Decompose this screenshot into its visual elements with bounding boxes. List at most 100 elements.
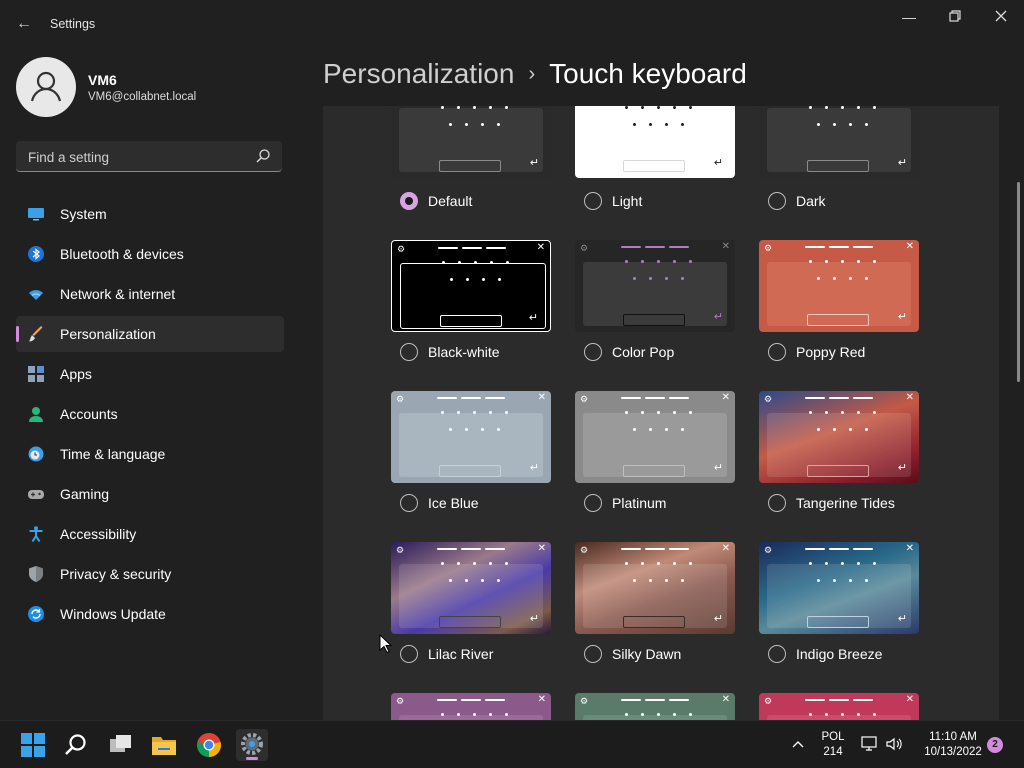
key-dot bbox=[841, 106, 844, 109]
file-explorer-button[interactable] bbox=[148, 729, 180, 761]
profile-email: VM6@collabnet.local bbox=[88, 91, 197, 103]
theme-preview[interactable]: ⚙✕↵ bbox=[575, 542, 735, 634]
sidebar-item-accessibility[interactable]: Accessibility bbox=[16, 516, 284, 552]
close-icon: ✕ bbox=[537, 543, 546, 554]
theme-radio[interactable] bbox=[584, 494, 602, 512]
sidebar-item-system[interactable]: System bbox=[16, 196, 284, 232]
search-input[interactable] bbox=[26, 147, 250, 167]
keyboard-tabs-indicator bbox=[805, 397, 873, 399]
key-dot bbox=[505, 713, 508, 716]
theme-radio[interactable] bbox=[768, 192, 786, 210]
theme-preview[interactable]: ⚙✕↵ bbox=[575, 240, 735, 332]
key-dot bbox=[817, 428, 820, 431]
sidebar-item-privacy[interactable]: Privacy & security bbox=[16, 556, 284, 592]
key-dot bbox=[458, 261, 461, 264]
sidebar-item-time-language[interactable]: Time & language bbox=[16, 436, 284, 472]
key-dot bbox=[833, 428, 836, 431]
tab-dash bbox=[829, 246, 849, 248]
key-dot bbox=[649, 123, 652, 126]
clock[interactable]: 11:10 AM 10/13/2022 bbox=[915, 730, 991, 760]
theme-radio[interactable] bbox=[400, 192, 418, 210]
chevron-right-icon: › bbox=[528, 63, 536, 85]
key-dot bbox=[633, 123, 636, 126]
volume-icon[interactable] bbox=[885, 735, 903, 753]
minimize-button[interactable]: — bbox=[894, 8, 924, 28]
tab-dash bbox=[621, 548, 641, 550]
spacebar-key bbox=[439, 616, 501, 628]
tab-dash bbox=[437, 548, 457, 550]
sidebar-item-gaming[interactable]: Gaming bbox=[16, 476, 284, 512]
key-dot bbox=[498, 278, 501, 281]
spacebar-key bbox=[807, 616, 869, 628]
key-dot bbox=[489, 562, 492, 565]
theme-preview[interactable]: ⚙✕↵ bbox=[391, 391, 551, 483]
enter-key-icon: ↵ bbox=[713, 311, 723, 323]
theme-radio[interactable] bbox=[768, 343, 786, 361]
windows-start-icon bbox=[21, 733, 45, 757]
theme-preview[interactable]: ⚙✕↵ bbox=[575, 693, 735, 720]
tab-dash bbox=[669, 246, 689, 248]
key-dot bbox=[865, 123, 868, 126]
notification-badge[interactable]: 2 bbox=[987, 737, 1003, 753]
theme-radio[interactable] bbox=[584, 343, 602, 361]
sidebar-item-personalization[interactable]: Personalization bbox=[16, 316, 284, 352]
keyboard-tabs-indicator bbox=[437, 548, 505, 550]
keyboard-tabs-indicator bbox=[621, 246, 689, 248]
tab-dash bbox=[461, 397, 481, 399]
back-arrow-icon[interactable]: ← bbox=[14, 14, 34, 34]
theme-preview[interactable]: ⚙✕↵ bbox=[759, 240, 919, 332]
theme-preview[interactable]: ⚙✕↵ bbox=[391, 240, 551, 332]
settings-taskbar-button[interactable] bbox=[236, 729, 268, 761]
scrollbar-thumb[interactable] bbox=[1017, 182, 1020, 382]
search-box[interactable] bbox=[16, 141, 282, 172]
tab-dash bbox=[621, 246, 641, 248]
theme-radio[interactable] bbox=[768, 494, 786, 512]
theme-preview[interactable]: ⚙✕↵ bbox=[575, 391, 735, 483]
key-dot bbox=[625, 260, 628, 263]
input-language-indicator[interactable]: POL 214 bbox=[817, 730, 849, 760]
key-dot bbox=[857, 260, 860, 263]
breadcrumb-parent[interactable]: Personalization bbox=[323, 58, 514, 89]
theme-preview[interactable]: ⚙✕↵ bbox=[391, 693, 551, 720]
theme-preview[interactable]: ⚙✕↵ bbox=[391, 106, 551, 178]
theme-preview[interactable]: ⚙✕↵ bbox=[391, 542, 551, 634]
profile-name: VM6 bbox=[88, 72, 117, 88]
chrome-button[interactable] bbox=[193, 729, 225, 761]
theme-preview[interactable]: ⚙✕↵ bbox=[759, 106, 919, 178]
theme-preview[interactable]: ⚙✕↵ bbox=[759, 693, 919, 720]
theme-label: Silky Dawn bbox=[612, 646, 682, 662]
chevron-up-icon[interactable] bbox=[790, 737, 806, 753]
theme-preview[interactable]: ⚙✕↵ bbox=[575, 106, 735, 178]
start-button[interactable] bbox=[17, 729, 49, 761]
sidebar-item-network[interactable]: Network & internet bbox=[16, 276, 284, 312]
key-dot bbox=[809, 713, 812, 716]
restore-button[interactable] bbox=[940, 8, 970, 28]
key-dot bbox=[825, 260, 828, 263]
theme-preview[interactable]: ⚙✕↵ bbox=[759, 542, 919, 634]
sidebar-item-apps[interactable]: Apps bbox=[16, 356, 284, 392]
theme-radio[interactable] bbox=[400, 645, 418, 663]
gear-icon: ⚙ bbox=[580, 243, 589, 253]
taskbar-search-button[interactable] bbox=[60, 729, 92, 761]
theme-radio[interactable] bbox=[584, 192, 602, 210]
theme-radio[interactable] bbox=[400, 494, 418, 512]
search-icon[interactable] bbox=[254, 147, 272, 165]
network-icon[interactable] bbox=[861, 735, 879, 753]
sidebar-item-label: Apps bbox=[60, 366, 92, 382]
sidebar-item-windows-update[interactable]: Windows Update bbox=[16, 596, 284, 632]
theme-radio[interactable] bbox=[400, 343, 418, 361]
theme-preview[interactable]: ⚙✕↵ bbox=[759, 391, 919, 483]
search-icon bbox=[65, 734, 86, 755]
theme-radio[interactable] bbox=[584, 645, 602, 663]
spacebar-key bbox=[440, 315, 502, 327]
close-button[interactable] bbox=[986, 8, 1016, 28]
task-view-button[interactable] bbox=[105, 729, 137, 761]
avatar[interactable] bbox=[16, 57, 76, 117]
sidebar-item-accounts[interactable]: Accounts bbox=[16, 396, 284, 432]
tab-dash bbox=[853, 548, 873, 550]
key-dot bbox=[481, 579, 484, 582]
theme-radio[interactable] bbox=[768, 645, 786, 663]
brush-icon bbox=[29, 326, 43, 342]
key-dot bbox=[841, 562, 844, 565]
sidebar-item-bluetooth[interactable]: Bluetooth & devices bbox=[16, 236, 284, 272]
